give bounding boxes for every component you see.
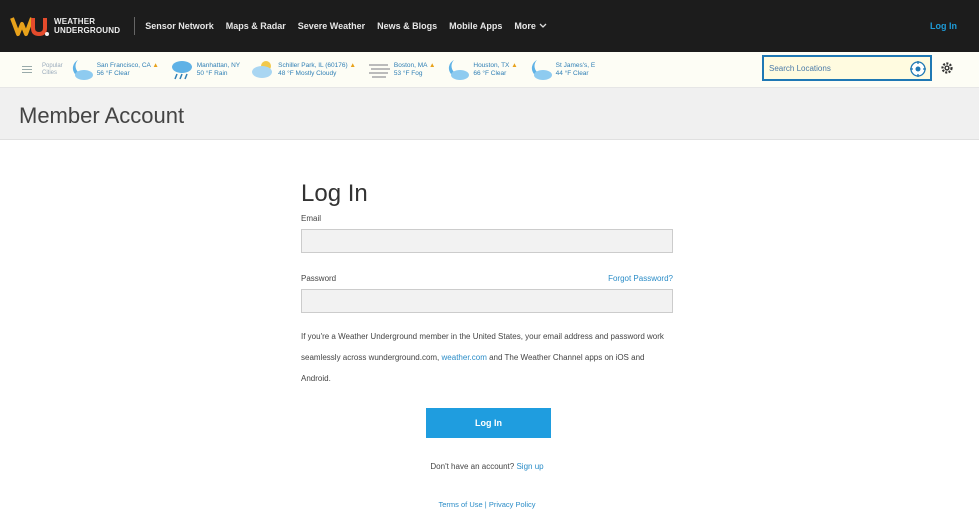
location-text: St James's, E 44 °F Clear (556, 62, 596, 78)
nav-login-link[interactable]: Log In (930, 21, 957, 31)
location-name: Houston, TX (473, 61, 510, 69)
location-text: Schiller Park, IL (60176) ▲ 48 °F Mostly… (278, 61, 356, 77)
logo-wordmark: WEATHER UNDERGROUND (54, 17, 120, 35)
wu-logo-icon (10, 17, 49, 37)
login-button[interactable]: Log In (426, 408, 551, 438)
location-condition: 48 °F Mostly Cloudy (278, 69, 337, 77)
forgot-password-link[interactable]: Forgot Password? (608, 274, 673, 283)
login-form: Log In Email Password Forgot Password? I… (301, 180, 673, 509)
nav-sensor-network[interactable]: Sensor Network (145, 21, 214, 31)
nav-maps-radar[interactable]: Maps & Radar (226, 21, 286, 31)
location-condition: 50 °F Rain (196, 69, 228, 77)
logo-line-1: WEATHER (54, 17, 96, 26)
locate-icon[interactable] (909, 60, 927, 78)
password-label-row: Password Forgot Password? (301, 274, 673, 283)
location-text: Houston, TX ▲ 66 °F Clear (473, 61, 518, 77)
password-group: Password Forgot Password? (301, 274, 673, 313)
gear-icon[interactable] (940, 61, 954, 75)
password-field[interactable] (301, 289, 673, 313)
email-field[interactable] (301, 229, 673, 253)
location-name: Schiller Park, IL (60176) (278, 61, 348, 69)
search-input[interactable] (764, 57, 904, 79)
location-condition: 44 °F Clear (555, 69, 589, 77)
privacy-policy-link[interactable]: Privacy Policy (489, 500, 536, 509)
moon-cloud-icon (531, 59, 552, 80)
footer-links: Terms of Use | Privacy Policy (301, 500, 673, 509)
location-name: Manhattan, NY (196, 61, 241, 69)
location-name: San Francisco, CA (96, 61, 151, 69)
location-item[interactable]: Houston, TX ▲ 66 °F Clear (445, 55, 518, 85)
nav-mobile-apps[interactable]: Mobile Apps (449, 21, 502, 31)
location-text: San Francisco, CA ▲ 56 °F Clear (96, 61, 159, 77)
location-text: Boston, MA ▲ 53 °F Fog (393, 61, 436, 77)
location-condition: 53 °F Fog (393, 69, 423, 77)
nav-divider (134, 17, 136, 35)
popular-cities-label: Popular Cities (42, 63, 63, 77)
account-info-text: If you're a Weather Underground member i… (301, 326, 673, 389)
location-item[interactable]: Boston, MA ▲ 53 °F Fog (366, 55, 436, 85)
password-label: Password (301, 274, 337, 283)
email-label: Email (301, 214, 322, 223)
top-nav: WEATHER UNDERGROUND Sensor Network Maps … (0, 0, 979, 52)
signup-prompt: Don't have an account? (430, 462, 515, 471)
nav-more-label: More (514, 21, 536, 31)
location-condition: 56 °F Clear (96, 69, 130, 77)
location-search (762, 55, 932, 81)
location-name: Boston, MA (393, 61, 428, 69)
location-condition: 66 °F Clear (473, 69, 507, 77)
hamburger-menu-icon[interactable] (22, 64, 32, 75)
location-item[interactable]: Manhattan, NY 50 °F Rain (169, 55, 240, 85)
logo-line-2: UNDERGROUND (54, 26, 121, 35)
page-header: Member Account (0, 88, 979, 140)
page-title: Member Account (19, 103, 185, 128)
location-name: St James's, E (555, 61, 596, 69)
fog-icon (368, 63, 390, 78)
nav-more[interactable]: More (514, 21, 547, 31)
nav-news-blogs[interactable]: News & Blogs (377, 21, 437, 31)
email-group: Email (301, 214, 673, 253)
weather-com-link[interactable]: weather.com (442, 353, 487, 362)
signup-row: Don't have an account? Sign up (301, 462, 673, 471)
terms-of-use-link[interactable]: Terms of Use (439, 500, 483, 509)
chevron-down-icon (539, 23, 547, 28)
location-text: Manhattan, NY 50 °F Rain (197, 62, 240, 78)
wu-logo[interactable]: WEATHER UNDERGROUND (10, 14, 120, 38)
form-title: Log In (301, 180, 368, 207)
cloud-icon (252, 60, 273, 78)
popular-line-1: Popular (42, 62, 63, 69)
moon-cloud-icon (449, 59, 470, 80)
rain-cloud-icon (171, 60, 192, 79)
moon-cloud-icon (72, 59, 93, 80)
location-item[interactable]: Schiller Park, IL (60176) ▲ 48 °F Mostly… (250, 55, 356, 85)
location-item[interactable]: San Francisco, CA ▲ 56 °F Clear (69, 55, 159, 85)
location-bar: Popular Cities San Francisco, CA ▲ 56 °F… (0, 52, 979, 88)
location-item[interactable]: St James's, E 44 °F Clear (528, 55, 596, 85)
signup-link[interactable]: Sign up (516, 462, 543, 471)
nav-severe-weather[interactable]: Severe Weather (298, 21, 365, 31)
nav-links: Sensor Network Maps & Radar Severe Weath… (145, 21, 547, 31)
popular-line-2: Cities (42, 69, 58, 76)
